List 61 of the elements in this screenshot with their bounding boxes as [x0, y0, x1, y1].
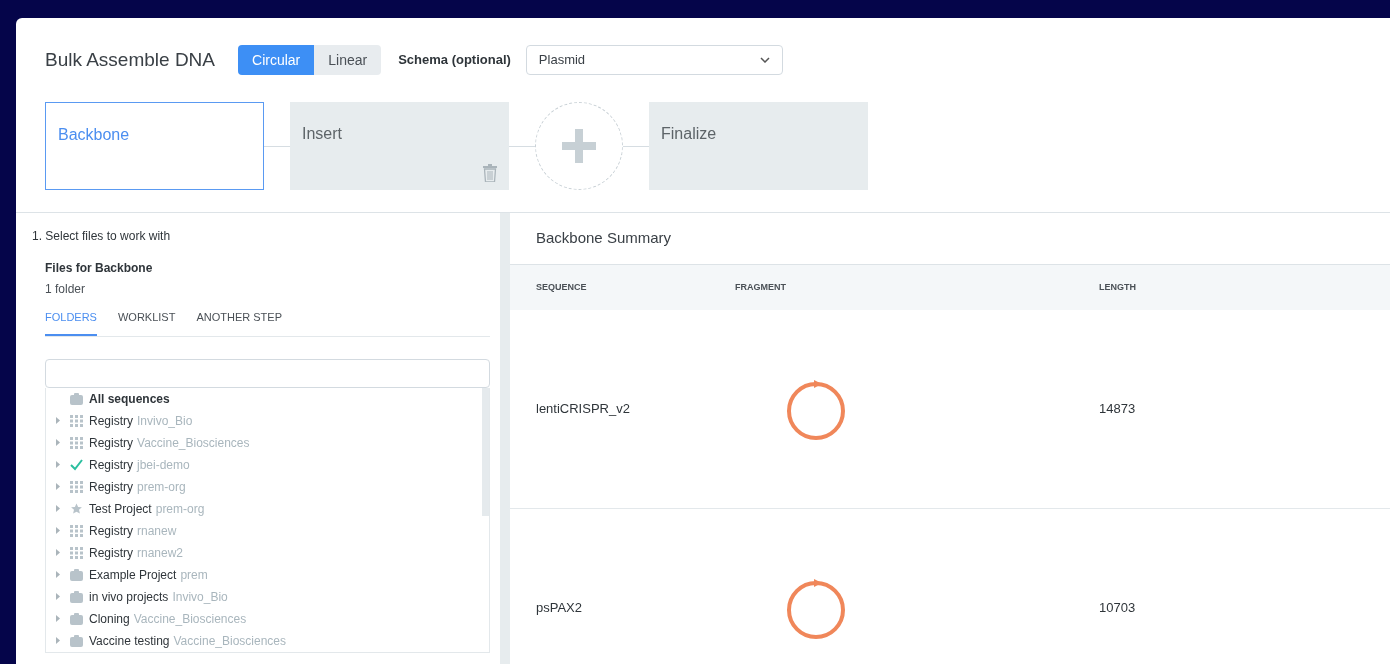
tree-item[interactable]: Registry rnanew: [46, 519, 480, 542]
tree-item[interactable]: All sequences: [46, 387, 480, 410]
folder-icon: [70, 392, 83, 405]
caret-right-icon: [56, 527, 60, 534]
grid-icon: [70, 546, 83, 559]
caret-right-icon: [56, 461, 60, 468]
tree-item[interactable]: Test Project prem-org: [46, 497, 480, 520]
tree-item[interactable]: Example Project prem: [46, 563, 480, 586]
caret-right-icon: [56, 505, 60, 512]
folder-icon: [70, 634, 83, 647]
grid-icon: [70, 524, 83, 537]
folder-icon: [70, 590, 83, 603]
check-icon: [70, 458, 83, 471]
grid-icon: [70, 414, 83, 427]
page-title: Bulk Assemble DNA: [45, 47, 215, 72]
tree-item[interactable]: Vaccine testing Vaccine_Biosciences: [46, 629, 480, 652]
plus-icon: [562, 129, 596, 163]
folder-tab[interactable]: WORKLIST: [117, 309, 176, 336]
caret-right-icon: [56, 593, 60, 600]
search-field[interactable]: [45, 358, 490, 388]
caret-right-icon: [56, 571, 60, 578]
schema-label: Schema (optional): [398, 51, 511, 70]
folder-icon: [70, 568, 83, 581]
column-header: LENGTH: [1099, 280, 1136, 294]
chevron-down-icon: [759, 57, 770, 63]
trash-icon[interactable]: [483, 164, 497, 182]
grid-icon: [70, 436, 83, 449]
folder-count: 1 folder: [45, 281, 87, 298]
schema-dropdown[interactable]: Plasmid: [525, 45, 783, 75]
tree-item[interactable]: Registry Invivo_Bio: [46, 409, 480, 432]
tree-item[interactable]: in vivo projects Invivo_Bio: [46, 585, 480, 608]
folder-icon: [70, 612, 83, 625]
grid-icon: [70, 480, 83, 493]
caret-right-icon: [56, 483, 60, 490]
tree-item[interactable]: Registry rnanew2: [46, 541, 480, 564]
column-header: FRAGMENT: [735, 280, 787, 294]
panel-splitter[interactable]: [500, 213, 510, 664]
files-heading: Files for Backbone: [45, 260, 154, 277]
column-header: SEQUENCE: [536, 280, 588, 294]
step-card[interactable]: Insert: [290, 102, 509, 190]
topology-toggle[interactable]: Linear: [314, 45, 382, 75]
circular-fragment-icon: [785, 378, 847, 440]
caret-right-icon: [56, 549, 60, 556]
sequence-cell-text: lentiCRISPR_v2: [536, 400, 631, 419]
scrollbar-thumb[interactable]: [482, 387, 489, 516]
length-cell-text: 10703: [1099, 599, 1136, 618]
caret-right-icon: [56, 637, 60, 644]
circular-fragment-icon: [785, 577, 847, 639]
tree-item[interactable]: Registry Vaccine_Biosciences: [46, 431, 480, 454]
step-card[interactable]: Finalize: [649, 102, 868, 190]
sequence-cell-text: psPAX2: [536, 599, 583, 618]
caret-right-icon: [56, 417, 60, 424]
tree-item[interactable]: Registry jbei-demo: [46, 453, 480, 476]
folder-tab[interactable]: ANOTHER STEP: [196, 309, 282, 336]
instruction-text: 1. Select files to work with: [32, 228, 172, 245]
caret-right-icon: [56, 439, 60, 446]
tree-item[interactable]: Registry prem-org: [46, 475, 480, 498]
caret-right-icon: [56, 615, 60, 622]
length-cell-text: 14873: [1099, 400, 1136, 419]
star-icon: [70, 502, 83, 515]
tree-item[interactable]: Cloning Vaccine_Biosciences: [46, 607, 480, 630]
